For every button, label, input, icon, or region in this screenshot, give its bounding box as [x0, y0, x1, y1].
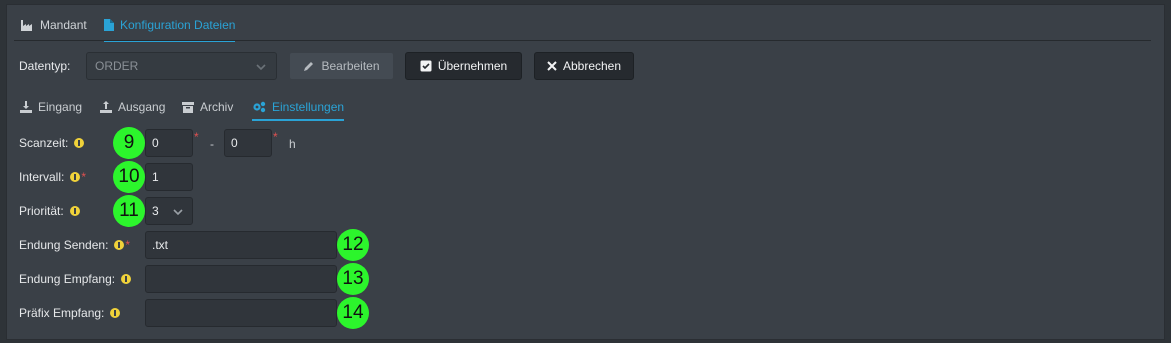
scan-time-label: Scanzeit: — [19, 136, 85, 150]
file-icon — [104, 19, 114, 31]
subtab-label: Ausgang — [118, 100, 166, 114]
scan-to-input[interactable]: 0 — [224, 129, 272, 157]
subtab-label: Einstellungen — [272, 100, 345, 114]
tab-mandant[interactable]: Mandant — [21, 10, 87, 40]
required-marker: * — [273, 130, 278, 144]
interval-label: Intervall: * — [19, 170, 86, 184]
prefix-receive-input[interactable] — [145, 299, 337, 327]
scan-time-text: Scanzeit: — [19, 136, 69, 150]
info-icon[interactable] — [74, 138, 85, 148]
priority-value: 3 — [152, 204, 159, 218]
chevron-down-icon — [173, 209, 183, 216]
scan-separator: - — [210, 137, 214, 151]
interval-value: 1 — [152, 170, 159, 184]
required-marker: * — [81, 170, 87, 184]
chevron-down-icon — [256, 64, 266, 71]
edit-button-label: Bearbeiten — [321, 59, 380, 73]
apply-button-label: Übernehmen — [437, 59, 508, 73]
datatype-value: ORDER — [95, 59, 139, 73]
scan-from-input[interactable]: 0 — [145, 129, 193, 157]
tab-label: Konfiguration Dateien — [120, 18, 236, 32]
priority-select[interactable]: 3 — [145, 197, 193, 225]
annotation-badge: 9 — [113, 127, 145, 159]
info-icon[interactable] — [69, 206, 80, 216]
annotation-badge: 11 — [113, 195, 145, 227]
ext-send-label: Endung Senden: * — [19, 238, 130, 252]
info-icon[interactable] — [70, 172, 81, 182]
edit-button[interactable]: Bearbeiten — [289, 52, 394, 80]
cancel-button-label: Abbrechen — [562, 59, 622, 73]
interval-input[interactable]: 1 — [145, 163, 193, 191]
tabs-divider — [14, 40, 1151, 41]
gears-icon — [253, 101, 266, 113]
priority-text: Priorität: — [19, 204, 64, 218]
subtab-eingang[interactable]: Eingang — [20, 96, 82, 118]
subtab-label: Archiv — [200, 100, 234, 114]
ext-receive-input[interactable] — [145, 265, 337, 293]
upload-icon — [100, 101, 112, 113]
scan-unit: h — [289, 137, 296, 151]
interval-text: Intervall: — [19, 170, 65, 184]
required-marker: * — [194, 130, 199, 144]
ext-send-text: Endung Senden: — [19, 238, 109, 252]
datatype-select[interactable]: ORDER — [86, 52, 277, 80]
tab-label: Mandant — [40, 18, 87, 32]
ext-send-value: .txt — [152, 238, 169, 252]
cancel-button[interactable]: Abbrechen — [534, 52, 634, 80]
annotation-badge: 12 — [337, 229, 369, 261]
prefix-receive-label: Präfix Empfang: — [19, 306, 121, 320]
apply-button[interactable]: Übernehmen — [405, 52, 522, 80]
required-marker: * — [125, 238, 131, 252]
ext-receive-label: Endung Empfang: — [19, 272, 132, 286]
datatype-label: Datentyp: — [19, 59, 71, 73]
subtab-label: Eingang — [38, 100, 83, 114]
download-icon — [20, 101, 32, 113]
close-icon — [547, 61, 557, 71]
pencil-icon — [304, 62, 314, 71]
info-icon[interactable] — [114, 240, 125, 250]
annotation-badge: 13 — [337, 263, 369, 295]
factory-icon — [21, 19, 32, 31]
subtab-archiv[interactable]: Archiv — [182, 96, 233, 118]
info-icon[interactable] — [121, 274, 132, 284]
tab-konfiguration-dateien[interactable]: Konfiguration Dateien — [104, 10, 236, 42]
info-icon[interactable] — [110, 308, 121, 318]
scan-from-value: 0 — [152, 136, 159, 150]
subtab-ausgang[interactable]: Ausgang — [100, 96, 165, 118]
ext-send-input[interactable]: .txt — [145, 231, 337, 259]
checkbox-checked-icon — [420, 60, 432, 72]
prefix-receive-text: Präfix Empfang: — [19, 306, 105, 320]
annotation-badge: 10 — [113, 161, 145, 193]
annotation-badge: 14 — [337, 297, 369, 329]
subtab-einstellungen[interactable]: Einstellungen — [252, 96, 345, 121]
ext-receive-text: Endung Empfang: — [19, 272, 116, 286]
priority-label: Priorität: — [19, 204, 80, 218]
archive-icon — [182, 101, 194, 113]
scan-to-value: 0 — [231, 136, 238, 150]
